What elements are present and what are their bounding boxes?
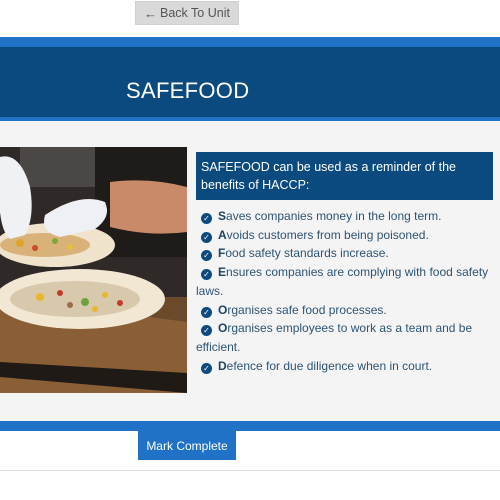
arrow-left-icon: ← (144, 5, 158, 21)
check-circle-icon: ✓ (201, 306, 212, 318)
back-to-unit-button[interactable]: ← Back To Unit (135, 1, 239, 25)
page-header: SAFEFOOD (0, 47, 500, 117)
top-bar: ← Back To Unit (0, 0, 500, 37)
footer-bar (0, 431, 500, 471)
check-circle-icon: ✓ (201, 269, 212, 281)
check-circle-icon: ✓ (201, 362, 212, 374)
list-item: ✓ Organises safe food processes. (196, 301, 496, 320)
check-circle-icon: ✓ (201, 325, 212, 337)
content-section: SAFEFOOD can be used as a reminder of th… (0, 121, 500, 422)
food-photo-illustration (0, 147, 187, 393)
list-item: ✓ Organises employees to work as a team a… (196, 321, 473, 354)
list-item: ✓ Food safety standards increase. (196, 244, 496, 263)
page-title: SAFEFOOD (126, 78, 250, 103)
list-item: ✓ Avoids customers from being poisoned. (196, 226, 496, 245)
list-item: ✓ Saves companies money in the long term. (196, 207, 496, 226)
bottom-accent-band (0, 421, 500, 431)
check-circle-icon: ✓ (201, 213, 212, 224)
top-accent-band (0, 37, 500, 47)
safefood-list: ✓ Saves companies money in the long term.… (196, 207, 496, 375)
back-to-unit-label: Back To Unit (160, 6, 230, 20)
list-item: ✓ Ensures companies are complying with fo… (196, 265, 489, 298)
food-wrap-photo (0, 147, 187, 393)
list-item: ✓ Defence for due diligence when in court… (196, 357, 496, 376)
check-circle-icon: ✓ (201, 250, 212, 262)
mark-complete-button[interactable]: Mark Complete (138, 431, 236, 460)
check-circle-icon: ✓ (201, 231, 212, 243)
intro-box: SAFEFOOD can be used as a reminder of th… (196, 152, 493, 200)
